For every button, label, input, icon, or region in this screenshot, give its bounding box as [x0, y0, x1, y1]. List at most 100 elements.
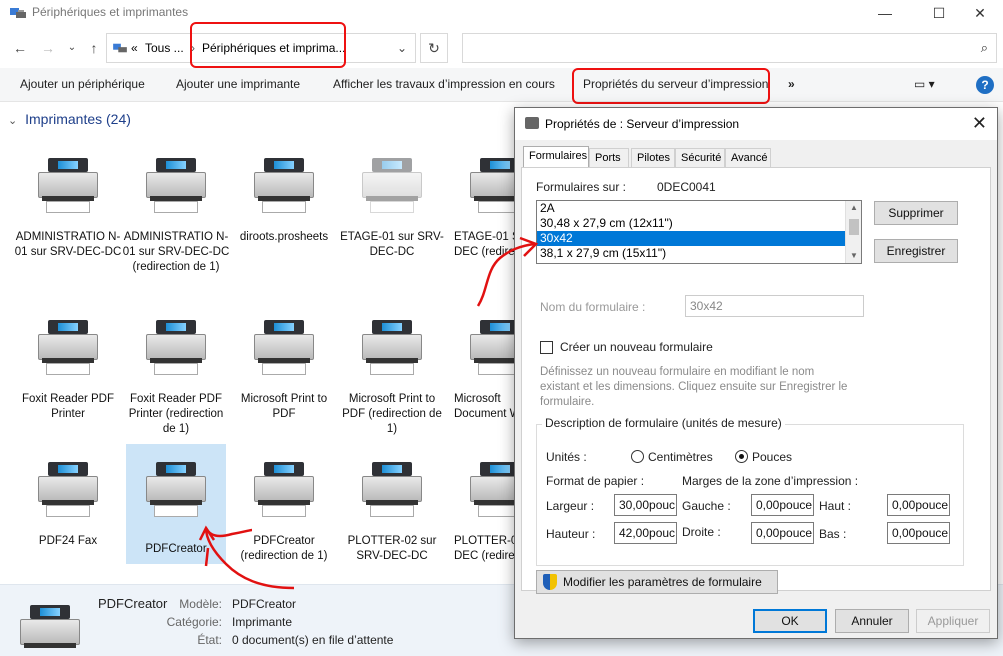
form-list-item[interactable]: 38,1 x 27,9 cm (15x11"): [537, 246, 845, 261]
devices-printers-icon: [10, 8, 26, 18]
printer-icon: [38, 462, 100, 518]
printer-tile[interactable]: Foxit Reader PDF Printer: [18, 320, 118, 430]
tab-formulaires[interactable]: Formulaires: [523, 146, 589, 168]
printer-tile[interactable]: ADMINISTRATIO N-01 sur SRV-DEC-DC: [15, 158, 121, 268]
view-options-icon[interactable]: ▭ ▾: [914, 77, 935, 91]
minimize-button[interactable]: —: [862, 0, 908, 26]
add-printer-button[interactable]: Ajouter une imprimante: [176, 77, 300, 91]
printer-tile[interactable]: ETAGE-01 sur SRV-DEC-DC: [340, 158, 444, 268]
bottom-margin-field[interactable]: 0,00pouce: [887, 522, 950, 544]
close-window-button[interactable]: ✕: [957, 0, 1003, 26]
annotation-box-breadcrumb: [190, 22, 346, 68]
up-arrow-icon[interactable]: ↑: [84, 38, 104, 58]
form-list-item[interactable]: 2A: [537, 201, 845, 216]
scroll-up-icon[interactable]: ▲: [850, 203, 858, 212]
print-margins-label: Marges de la zone d’impression :: [682, 474, 859, 488]
form-list-item-selected[interactable]: 30x42: [537, 231, 845, 246]
width-field[interactable]: 30,00pouc: [614, 494, 677, 516]
breadcrumb-overflow[interactable]: «: [131, 41, 138, 55]
breadcrumb-parent[interactable]: Tous ...: [145, 41, 184, 55]
forms-listbox[interactable]: 2A 30,48 x 27,9 cm (12x11") 30x42 38,1 x…: [536, 200, 862, 264]
printer-tile[interactable]: PLOTTER-02 sur SRV-DEC-DC: [342, 462, 442, 572]
address-dropdown-chevron-icon[interactable]: ⌄: [397, 41, 407, 55]
dialog-close-icon[interactable]: ✕: [972, 113, 987, 134]
search-icon: ⌕: [980, 40, 988, 55]
collapse-chevron-icon: ⌄: [8, 115, 18, 127]
modify-form-settings-button[interactable]: Modifier les paramètres de formulaire: [536, 570, 778, 594]
recent-chevron-down-icon[interactable]: ⌄: [62, 38, 82, 58]
printer-tile[interactable]: Microsoft Print to PDF: [234, 320, 334, 430]
forms-list-scrollbar[interactable]: ▲ ▼: [845, 201, 861, 263]
height-label: Hauteur :: [546, 527, 596, 541]
dialog-title: Propriétés de : Serveur d’impression: [545, 117, 740, 131]
forms-tab-panel: Formulaires sur : 0DEC0041 2A 30,48 x 27…: [521, 167, 991, 591]
printer-label: ADMINISTRATIO N-01 sur SRV-DEC-DC: [14, 231, 122, 258]
printer-label: Microsoft Print to PDF: [240, 393, 328, 420]
details-printer-icon: [20, 599, 82, 655]
printer-tile[interactable]: Microsoft Print to PDF (redirection de 1…: [342, 320, 442, 435]
scroll-down-icon[interactable]: ▼: [850, 251, 858, 260]
printer-label: Microsoft Document W: [454, 393, 514, 420]
printer-label: ETAGE-01 sur SRV-DEC-DC: [340, 231, 444, 258]
maximize-button[interactable]: ☐: [916, 0, 962, 26]
save-form-button[interactable]: Enregistrer: [874, 239, 958, 263]
printer-tile[interactable]: PLOTTER-0 SRV-DEC (redirection: [450, 462, 514, 572]
unit-cm-radio[interactable]: [631, 450, 644, 463]
refresh-button[interactable]: ↻: [420, 33, 448, 63]
unit-inch-radio[interactable]: [735, 450, 748, 463]
cancel-button[interactable]: Annuler: [835, 609, 909, 633]
tab-ports[interactable]: Ports: [589, 148, 629, 168]
printer-tile[interactable]: Foxit Reader PDF Printer (redirection de…: [126, 320, 226, 435]
top-margin-field[interactable]: 0,00pouce: [887, 494, 950, 516]
more-commands-button[interactable]: »: [788, 77, 795, 91]
printer-label: PDFCreator: [145, 543, 207, 555]
dialog-titlebar: Propriétés de : Serveur d’impression ✕: [515, 108, 997, 140]
printer-icon: [470, 158, 514, 214]
units-label: Unités :: [546, 450, 587, 464]
form-list-item[interactable]: 30,48 x 27,9 cm (12x11"): [537, 216, 845, 231]
printer-tile[interactable]: Microsoft Document W: [450, 320, 514, 430]
printer-tile[interactable]: ETAGE-01 SRV-DEC (redirection: [450, 158, 514, 268]
printer-tile[interactable]: PDFCreator (redirection de 1): [234, 462, 334, 572]
print-server-properties-dialog: Propriétés de : Serveur d’impression ✕ F…: [514, 107, 998, 639]
right-margin-label: Droite :: [682, 525, 721, 539]
printer-icon: [470, 320, 514, 376]
printer-tile[interactable]: ADMINISTRATIO N-01 sur SRV-DEC-DC (redir…: [123, 158, 229, 273]
tab-securite[interactable]: Sécurité: [675, 148, 725, 168]
create-new-form-label[interactable]: Créer un nouveau formulaire: [560, 340, 713, 354]
group-header-label: Imprimantes (24): [25, 111, 131, 127]
tab-avance[interactable]: Avancé: [725, 148, 771, 168]
printer-tile[interactable]: diroots.prosheets: [234, 158, 334, 268]
help-button[interactable]: ?: [976, 76, 994, 94]
left-margin-field[interactable]: 0,00pouce: [751, 494, 814, 516]
forms-on-label: Formulaires sur :: [536, 180, 627, 194]
printers-group-header[interactable]: ⌄ Imprimantes (24): [8, 111, 131, 127]
delete-form-button[interactable]: Supprimer: [874, 201, 958, 225]
details-category-value: Imprimante: [232, 615, 293, 629]
printer-tile[interactable]: PDFCreator: [126, 444, 226, 564]
search-input[interactable]: ⌕: [462, 33, 997, 63]
ok-button[interactable]: OK: [753, 609, 827, 633]
scrollbar-thumb[interactable]: [849, 219, 859, 235]
unit-cm-label[interactable]: Centimètres: [648, 450, 713, 464]
tab-pilotes[interactable]: Pilotes: [631, 148, 675, 168]
printer-tile[interactable]: PDF24 Fax: [18, 462, 118, 572]
right-margin-field[interactable]: 0,00pouce: [751, 522, 814, 544]
back-arrow-icon[interactable]: ←: [10, 38, 30, 58]
printer-icon: [362, 158, 424, 214]
printer-icon: [362, 462, 424, 518]
paper-size-label: Format de papier :: [546, 474, 645, 488]
printer-icon: [362, 320, 424, 376]
form-description-group-label: Description de formulaire (unités de mes…: [542, 416, 785, 430]
printer-label: Microsoft Print to PDF (redirection de 1…: [342, 393, 442, 435]
apply-button[interactable]: Appliquer: [916, 609, 990, 633]
print-jobs-button[interactable]: Afficher les travaux d’impression en cou…: [333, 77, 555, 91]
add-device-button[interactable]: Ajouter un périphérique: [20, 77, 145, 91]
create-new-form-checkbox[interactable]: [540, 341, 553, 354]
height-field[interactable]: 42,00pouc: [614, 522, 677, 544]
modify-form-settings-label: Modifier les paramètres de formulaire: [563, 575, 762, 589]
printer-icon: [38, 320, 100, 376]
forward-arrow-icon[interactable]: →: [38, 38, 58, 58]
form-name-field[interactable]: 30x42: [685, 295, 864, 317]
unit-inch-label[interactable]: Pouces: [752, 450, 792, 464]
